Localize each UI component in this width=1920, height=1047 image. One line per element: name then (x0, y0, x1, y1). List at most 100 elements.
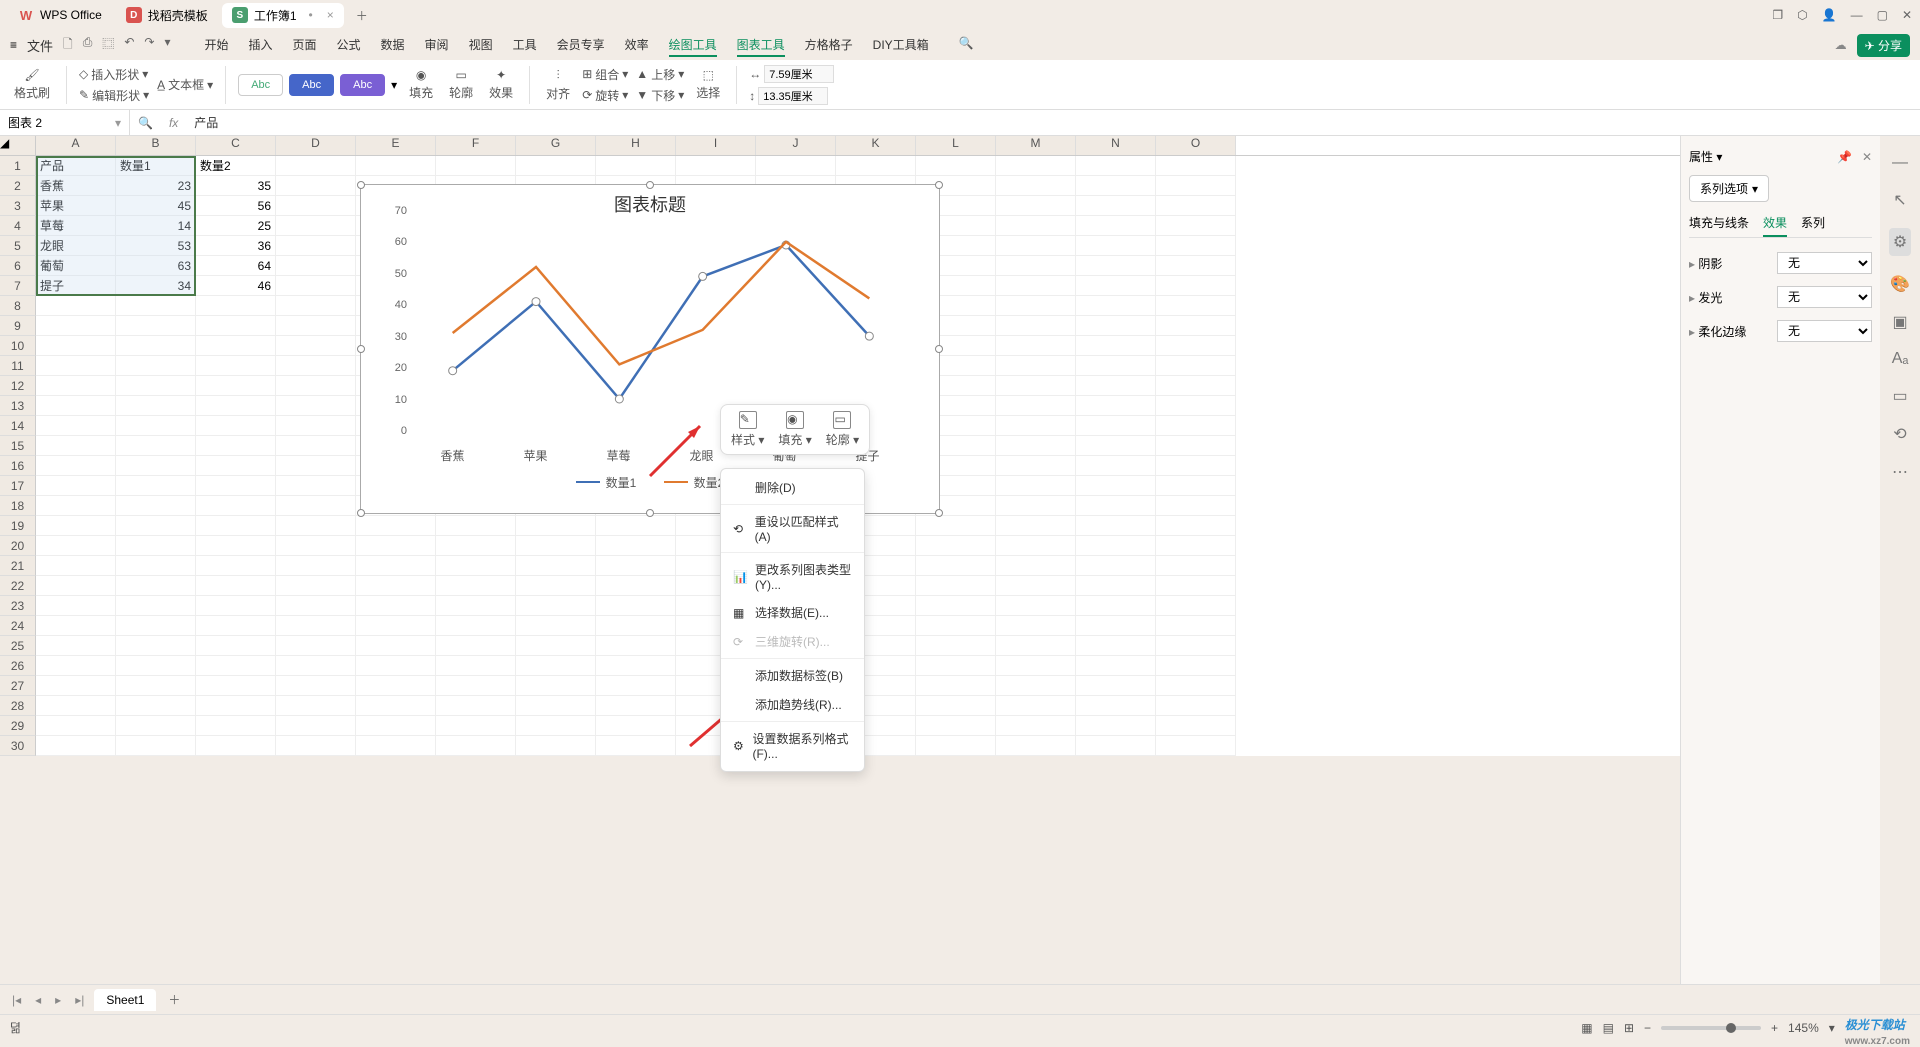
cell[interactable] (1156, 536, 1236, 556)
col-header[interactable]: C (196, 136, 276, 155)
cell[interactable] (1156, 516, 1236, 536)
cell[interactable] (276, 656, 356, 676)
chevron-down-icon[interactable]: ▾ (1829, 1021, 1835, 1035)
cell[interactable] (916, 656, 996, 676)
cell[interactable] (1156, 236, 1236, 256)
zoom-value[interactable]: 145% (1788, 1021, 1819, 1035)
cell[interactable] (596, 736, 676, 756)
cell[interactable] (916, 716, 996, 736)
cell[interactable] (1076, 476, 1156, 496)
cell[interactable] (1076, 496, 1156, 516)
cell[interactable] (996, 556, 1076, 576)
tab-page[interactable]: 页面 (293, 34, 317, 57)
print-icon[interactable]: ⎙ (83, 35, 93, 56)
cell[interactable] (1156, 676, 1236, 696)
align-button[interactable]: ⫶对齐 (542, 68, 574, 102)
cell[interactable] (116, 376, 196, 396)
cell[interactable] (116, 656, 196, 676)
cell[interactable]: 34 (116, 276, 196, 296)
cell[interactable] (596, 676, 676, 696)
row-header[interactable]: 3 (0, 196, 36, 216)
cell[interactable] (196, 616, 276, 636)
cell[interactable] (1076, 536, 1156, 556)
row-header[interactable]: 19 (0, 516, 36, 536)
cell[interactable] (116, 516, 196, 536)
cell[interactable] (1156, 456, 1236, 476)
col-header[interactable]: E (356, 136, 436, 155)
cell[interactable] (116, 736, 196, 756)
cell[interactable] (276, 516, 356, 536)
cell[interactable] (996, 476, 1076, 496)
cell[interactable] (276, 336, 356, 356)
cell[interactable] (996, 436, 1076, 456)
col-header[interactable]: L (916, 136, 996, 155)
chevron-down-icon[interactable]: ▾ (164, 35, 170, 56)
cell[interactable] (436, 596, 516, 616)
tab-review[interactable]: 审阅 (425, 34, 449, 57)
cell[interactable] (436, 536, 516, 556)
cell[interactable] (276, 636, 356, 656)
cell[interactable] (1156, 336, 1236, 356)
cell[interactable] (36, 536, 116, 556)
cell[interactable] (1156, 436, 1236, 456)
share-button[interactable]: ✈ 分享 (1857, 34, 1910, 57)
cell[interactable] (916, 696, 996, 716)
cell[interactable] (1156, 396, 1236, 416)
name-box[interactable]: 图表 2 ▾ (0, 110, 130, 135)
cell[interactable] (436, 516, 516, 536)
col-header[interactable]: G (516, 136, 596, 155)
cell[interactable] (996, 596, 1076, 616)
shape-style-gallery[interactable]: Abc Abc Abc ▾ (238, 74, 397, 96)
cell[interactable] (116, 296, 196, 316)
tab-data[interactable]: 数据 (381, 34, 405, 57)
rotate-button[interactable]: ⟳旋转▾ (582, 87, 628, 104)
cell[interactable] (996, 676, 1076, 696)
cell[interactable] (516, 516, 596, 536)
cell[interactable] (196, 436, 276, 456)
cell[interactable] (276, 316, 356, 336)
cell[interactable] (356, 596, 436, 616)
chart-title[interactable]: 图表标题 (361, 185, 939, 223)
cell[interactable] (116, 436, 196, 456)
cell[interactable] (1076, 696, 1156, 716)
cell[interactable] (276, 476, 356, 496)
width-input[interactable]: ↔ (749, 65, 834, 83)
row-header[interactable]: 15 (0, 436, 36, 456)
cell[interactable] (36, 656, 116, 676)
cell[interactable] (356, 516, 436, 536)
height-input[interactable]: ↕ (749, 87, 834, 105)
cell[interactable] (1156, 216, 1236, 236)
cell[interactable] (1156, 196, 1236, 216)
multi-window-icon[interactable]: ❐ (1772, 8, 1783, 22)
cell[interactable] (1076, 516, 1156, 536)
tab-start[interactable]: 开始 (204, 34, 228, 57)
cell[interactable] (596, 636, 676, 656)
cell[interactable] (1076, 736, 1156, 756)
cell[interactable] (996, 536, 1076, 556)
row-header[interactable]: 30 (0, 736, 36, 756)
cell[interactable]: 产品 (36, 156, 116, 176)
undo-icon[interactable]: ↶ (124, 35, 134, 56)
cell[interactable] (916, 616, 996, 636)
cell[interactable] (276, 156, 356, 176)
cell[interactable] (36, 596, 116, 616)
cell[interactable] (276, 236, 356, 256)
hamburger-icon[interactable]: ≡ (10, 38, 17, 52)
cell[interactable] (996, 156, 1076, 176)
cell[interactable] (516, 616, 596, 636)
tab-efficiency[interactable]: 效率 (625, 34, 649, 57)
cell[interactable] (356, 736, 436, 756)
cell[interactable] (196, 696, 276, 716)
cell[interactable] (36, 736, 116, 756)
save-icon[interactable]: 🗋 (63, 35, 73, 56)
cell[interactable] (356, 556, 436, 576)
cell[interactable] (1076, 676, 1156, 696)
cell[interactable]: 14 (116, 216, 196, 236)
chevron-down-icon[interactable]: ▾ (391, 78, 397, 92)
tab-diy-toolbox[interactable]: DIY工具箱 (873, 34, 929, 57)
sheet-nav-prev[interactable]: ◂ (31, 993, 45, 1007)
app-tab-workbook[interactable]: S 工作簿1 • × (222, 3, 344, 28)
cell[interactable] (116, 476, 196, 496)
cell[interactable] (1156, 616, 1236, 636)
formula-input[interactable]: 产品 (186, 114, 1920, 131)
